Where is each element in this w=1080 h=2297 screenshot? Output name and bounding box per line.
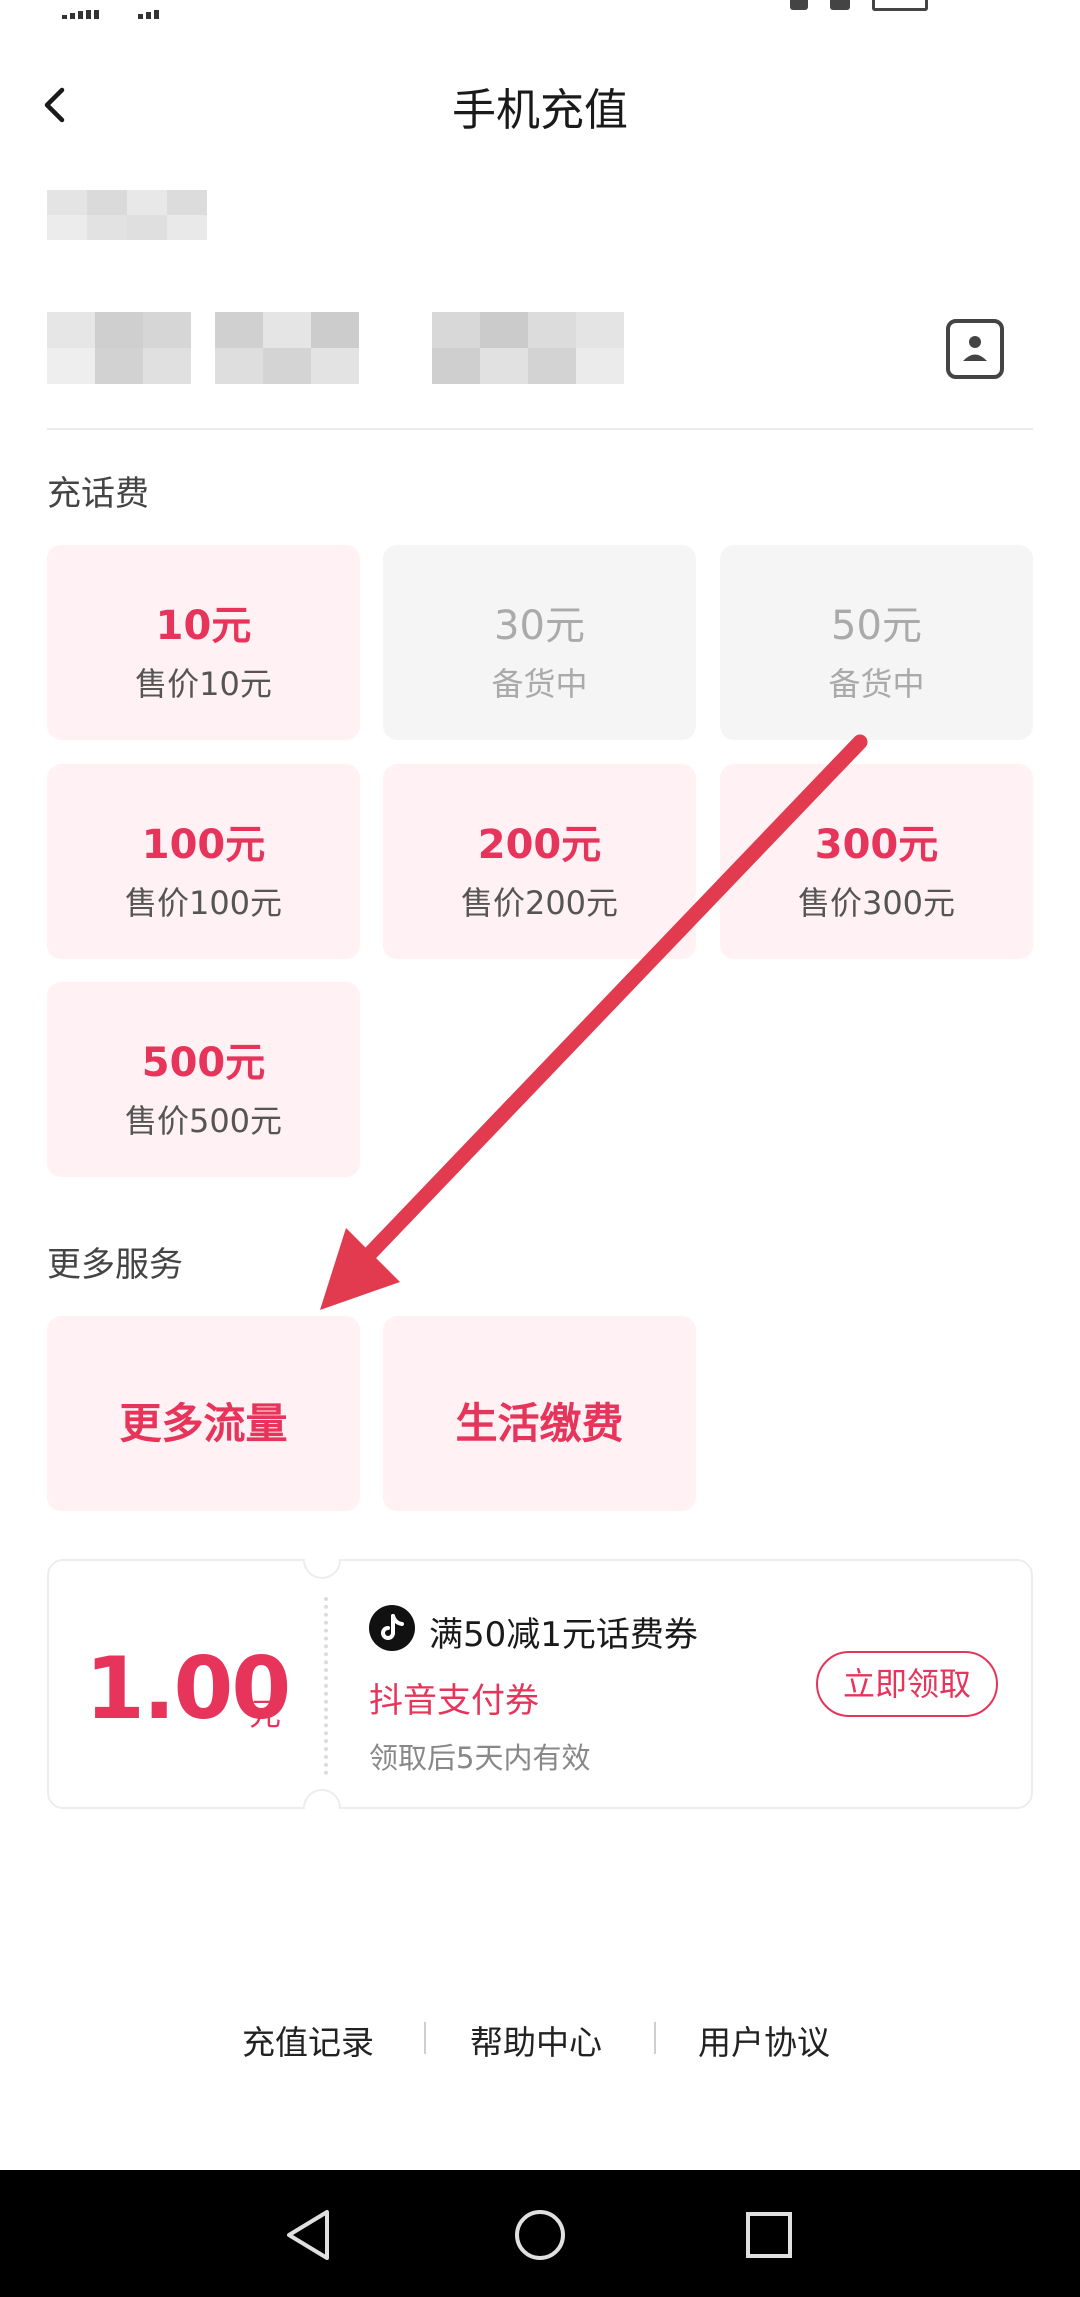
option-amount: 100元 [141,822,266,868]
option-amount: 500元 [141,1040,266,1086]
redacted-user-name [47,190,207,240]
recharge-option-300[interactable]: 300元 售价300元 [720,764,1033,959]
services-section-label: 更多服务 [47,1245,183,1285]
coupon-unit: 元 [249,1695,282,1733]
square-recents-icon [746,2212,792,2258]
recharge-option-100[interactable]: 100元 售价100元 [47,764,360,959]
redacted-phone-number[interactable] [47,312,627,384]
option-amount: 300元 [814,822,939,868]
coupon-title: 满50减1元话费券 [429,1615,698,1655]
coupon-divider [324,1597,328,1775]
option-price: 售价200元 [460,884,619,922]
recharge-option-500[interactable]: 500元 售价500元 [47,982,360,1177]
page-title: 手机充值 [452,85,628,136]
circle-home-icon [515,2210,565,2260]
signal-icon [62,0,102,19]
system-back-button[interactable] [275,2200,345,2270]
triangle-back-icon [287,2210,329,2260]
footer-links: 充值记录 帮助中心 用户协议 [0,2012,1080,2062]
contacts-button[interactable] [944,318,1006,380]
recharge-history-link[interactable]: 充值记录 [242,2016,374,2064]
option-price: 售价100元 [124,884,283,922]
divider [47,428,1033,430]
option-status: 备货中 [491,665,588,703]
option-amount: 200元 [477,822,602,868]
status-bar [0,0,1080,19]
recharge-option-30[interactable]: 30元 备货中 [383,545,696,740]
recharge-option-200[interactable]: 200元 售价200元 [383,764,696,959]
system-home-button[interactable] [505,2200,575,2270]
help-center-link[interactable]: 帮助中心 [470,2016,602,2064]
claim-coupon-button[interactable]: 立即领取 [816,1651,998,1717]
coupon-name: 抖音支付券 [369,1681,539,1721]
recharge-option-10[interactable]: 10元 售价10元 [47,545,360,740]
douyin-logo-icon [369,1605,415,1651]
option-amount: 30元 [494,603,585,649]
recharge-section-label: 充话费 [47,474,149,514]
option-amount: 50元 [831,603,922,649]
system-navigation-bar [0,2170,1080,2297]
service-label: 生活缴费 [455,1399,624,1448]
signal-icon-2 [138,0,162,19]
option-price: 售价10元 [135,665,272,703]
contact-book-icon [946,319,1004,379]
system-recents-button[interactable] [734,2200,804,2270]
phone-recharge-page: 手机充值 充话费 10元 售价10元 30元 备货中 50元 备货中 100元 … [0,0,1080,2297]
status-icons [790,0,1020,12]
recharge-option-50[interactable]: 50元 备货中 [720,545,1033,740]
option-price: 售价300元 [797,884,956,922]
service-label: 更多流量 [119,1399,288,1448]
option-amount: 10元 [155,603,252,649]
utility-payment-button[interactable]: 生活缴费 [383,1316,696,1511]
option-status: 备货中 [828,665,925,703]
coupon-card: 1.00 元 满50减1元话费券 抖音支付券 领取后5天内有效 立即领取 [47,1539,1033,1829]
option-price: 售价500元 [124,1102,283,1140]
coupon-validity: 领取后5天内有效 [369,1741,591,1775]
user-agreement-link[interactable]: 用户协议 [698,2016,830,2064]
more-data-button[interactable]: 更多流量 [47,1316,360,1511]
